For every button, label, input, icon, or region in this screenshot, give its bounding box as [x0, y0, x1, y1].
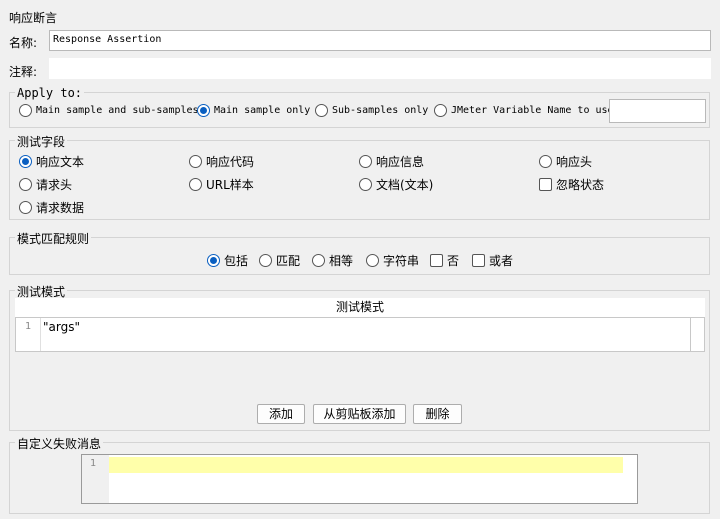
field-response-text-radio[interactable]: 响应文本: [19, 153, 84, 170]
checkbox-icon: [472, 254, 485, 267]
apply-jmeter-variable-radio[interactable]: JMeter Variable Name to use: [434, 104, 614, 117]
add-from-clipboard-button[interactable]: 从剪贴板添加: [313, 404, 406, 424]
radio-icon: [359, 155, 372, 168]
name-input[interactable]: Response Assertion: [49, 30, 711, 51]
radio-icon: [539, 155, 552, 168]
test-field-legend: 测试字段: [15, 133, 68, 150]
comment-input[interactable]: [49, 58, 711, 79]
apply-to-legend: Apply to:: [15, 86, 85, 100]
comment-label: 注释:: [9, 65, 38, 79]
radio-selected-icon: [207, 254, 220, 267]
jmeter-variable-input[interactable]: [609, 99, 706, 123]
custom-failure-editor[interactable]: 1: [81, 454, 638, 504]
delete-pattern-button[interactable]: 删除: [413, 404, 462, 424]
radio-icon: [259, 254, 272, 267]
custom-failure-line-number: 1: [82, 455, 109, 503]
checkbox-icon: [539, 178, 552, 191]
rule-not-checkbox[interactable]: 否: [430, 252, 459, 269]
apply-main-only-radio[interactable]: Main sample only: [197, 104, 310, 117]
rule-matches-radio[interactable]: 匹配: [259, 252, 300, 269]
radio-icon: [189, 155, 202, 168]
patterns-column-header[interactable]: 测试模式: [15, 298, 705, 318]
ignore-status-checkbox[interactable]: 忽略状态: [539, 176, 604, 193]
pattern-matching-group: [9, 237, 710, 275]
apply-main-and-sub-radio[interactable]: Main sample and sub-samples: [19, 104, 199, 117]
field-request-data-radio[interactable]: 请求数据: [19, 199, 84, 216]
radio-selected-icon: [197, 104, 210, 117]
rule-equals-radio[interactable]: 相等: [312, 252, 353, 269]
field-response-headers-radio[interactable]: 响应头: [539, 153, 592, 170]
rule-or-checkbox[interactable]: 或者: [472, 252, 513, 269]
current-line-highlight: [109, 457, 623, 473]
rule-contains-radio[interactable]: 包括: [207, 252, 248, 269]
add-pattern-button[interactable]: 添加: [257, 404, 305, 424]
field-url-sample-radio[interactable]: URL样本: [189, 176, 254, 193]
radio-icon: [19, 201, 32, 214]
field-document-radio[interactable]: 文档(文本): [359, 176, 433, 193]
patterns-scrollbar[interactable]: [691, 317, 705, 352]
custom-failure-legend: 自定义失败消息: [15, 435, 104, 452]
radio-icon: [315, 104, 328, 117]
name-label: 名称:: [9, 36, 38, 50]
checkbox-icon: [430, 254, 443, 267]
radio-icon: [366, 254, 379, 267]
page-title: 响应断言: [9, 11, 58, 25]
pattern-matching-legend: 模式匹配规则: [15, 230, 92, 247]
pattern-row-text: "args": [43, 320, 80, 334]
radio-icon: [19, 104, 32, 117]
radio-icon: [359, 178, 372, 191]
field-response-message-radio[interactable]: 响应信息: [359, 153, 424, 170]
line-number: 1: [16, 318, 41, 351]
field-request-headers-radio[interactable]: 请求头: [19, 176, 72, 193]
radio-selected-icon: [19, 155, 32, 168]
radio-icon: [189, 178, 202, 191]
radio-icon: [434, 104, 447, 117]
radio-icon: [19, 178, 32, 191]
name-value: Response Assertion: [53, 34, 162, 45]
rule-substring-radio[interactable]: 字符串: [366, 252, 419, 269]
radio-icon: [312, 254, 325, 267]
apply-sub-only-radio[interactable]: Sub-samples only: [315, 104, 428, 117]
patterns-editor[interactable]: 1 "args": [15, 317, 691, 352]
field-response-code-radio[interactable]: 响应代码: [189, 153, 254, 170]
